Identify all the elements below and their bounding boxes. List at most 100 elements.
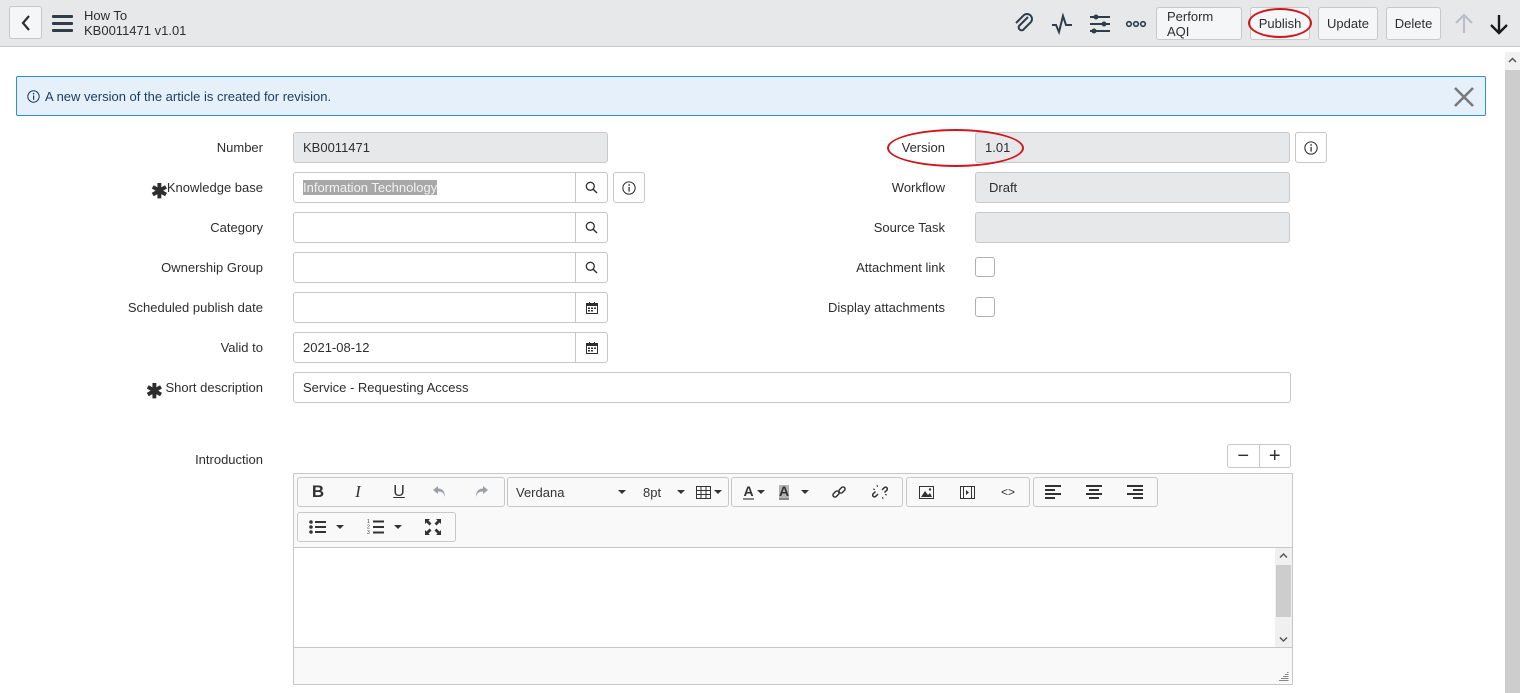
rich-text-editor: B I U Verdana 8pt A A <> 1 2 3 — [293, 473, 1293, 685]
source-task-field — [975, 212, 1290, 243]
align-left-button[interactable] — [1038, 478, 1068, 506]
remove-link-button[interactable] — [865, 478, 895, 506]
fullscreen-button[interactable] — [418, 513, 448, 541]
editor-scrollbar[interactable] — [1275, 548, 1292, 647]
paperclip-icon[interactable] — [1012, 12, 1036, 36]
knowledge-base-input[interactable]: Information Technology — [293, 172, 608, 203]
align-left-icon — [1045, 485, 1061, 499]
valid-to-input[interactable]: 2021-08-12 — [293, 332, 608, 363]
knowledge-base-lookup-button[interactable] — [575, 173, 607, 202]
number-label: Number — [216, 140, 263, 155]
link-icon — [832, 486, 846, 498]
calendar-icon — [585, 341, 598, 354]
info-banner: A new version of the article is created … — [16, 76, 1486, 116]
info-icon — [1304, 140, 1318, 155]
version-label: Version — [901, 140, 945, 155]
ownership-group-lookup-button[interactable] — [575, 253, 607, 282]
page-scrollbar[interactable] — [1505, 52, 1520, 693]
undo-button[interactable] — [426, 478, 454, 506]
perform-aqi-button[interactable]: Perform AQI — [1156, 7, 1242, 40]
numbered-list-button[interactable]: 123 — [362, 513, 406, 541]
publish-button[interactable]: Publish — [1250, 7, 1310, 40]
resize-handle-icon[interactable] — [1279, 671, 1289, 681]
update-button[interactable]: Update — [1318, 7, 1378, 40]
text-color-button[interactable]: A — [737, 478, 771, 506]
scheduled-publish-date-label: Scheduled publish date — [127, 300, 263, 315]
chevron-down-icon — [677, 490, 685, 494]
more-options-icon[interactable] — [1124, 12, 1148, 36]
insert-link-button[interactable] — [824, 478, 854, 506]
scroll-up-icon[interactable] — [1279, 552, 1288, 559]
align-right-button[interactable] — [1120, 478, 1150, 506]
chevron-down-icon — [393, 525, 402, 529]
zoom-out-button[interactable]: − — [1228, 445, 1260, 467]
record-type: How To — [84, 8, 128, 23]
arrow-down-icon[interactable] — [1487, 12, 1511, 36]
chevron-down-icon — [801, 490, 810, 494]
knowledge-base-info-button[interactable] — [613, 172, 645, 203]
toolbar-group-format: B I U — [297, 477, 505, 507]
font-family-select[interactable]: Verdana — [516, 478, 626, 506]
chevron-down-icon — [618, 490, 626, 494]
knowledge-base-label: Knowledge base — [166, 180, 263, 195]
insert-image-button[interactable] — [911, 478, 941, 506]
version-info-button[interactable] — [1295, 132, 1327, 163]
bullet-list-button[interactable] — [304, 513, 348, 541]
background-color-icon: A — [778, 482, 790, 500]
editor-zoom-control: − + — [1227, 444, 1291, 468]
scheduled-publish-date-picker-button[interactable] — [575, 293, 607, 322]
align-center-button[interactable] — [1079, 478, 1109, 506]
arrow-up-icon[interactable] — [1452, 12, 1476, 36]
toolbar-group-align — [1033, 477, 1158, 507]
image-icon — [918, 485, 934, 499]
background-color-button[interactable]: A — [774, 478, 814, 506]
category-input[interactable] — [293, 212, 608, 243]
table-button[interactable] — [693, 478, 725, 506]
source-code-button[interactable]: <> — [993, 478, 1023, 506]
undo-icon — [433, 486, 445, 497]
editor-scrollbar-thumb[interactable] — [1276, 565, 1291, 617]
insert-video-button[interactable] — [952, 478, 982, 506]
scroll-down-icon[interactable] — [1279, 636, 1288, 643]
valid-to-picker-button[interactable] — [575, 333, 607, 362]
short-description-input[interactable]: Service - Requesting Access — [293, 372, 1291, 403]
toolbar-group-lists: 123 — [297, 512, 456, 542]
activity-icon[interactable] — [1050, 12, 1074, 36]
redo-icon — [476, 486, 488, 497]
font-size-value: 8pt — [643, 484, 662, 500]
scheduled-publish-date-input[interactable] — [293, 292, 608, 323]
chevron-left-icon — [21, 14, 30, 31]
attachment-link-label: Attachment link — [856, 260, 945, 275]
chevron-down-icon — [335, 525, 344, 529]
delete-button[interactable]: Delete — [1386, 7, 1441, 40]
font-size-select[interactable]: 8pt — [643, 478, 685, 506]
underline-button[interactable]: U — [385, 478, 413, 506]
align-right-icon — [1127, 485, 1143, 499]
close-icon[interactable] — [1453, 86, 1475, 108]
settings-sliders-icon[interactable] — [1088, 12, 1112, 36]
scroll-up-icon[interactable] — [1508, 56, 1517, 65]
workflow-label: Workflow — [891, 180, 945, 195]
valid-to-label: Valid to — [220, 340, 263, 355]
knowledge-base-value: Information Technology — [303, 180, 438, 195]
display-attachments-checkbox[interactable] — [975, 297, 995, 317]
zoom-in-button[interactable]: + — [1260, 445, 1291, 467]
attachment-link-checkbox[interactable] — [975, 257, 995, 277]
fullscreen-icon — [425, 519, 441, 535]
toolbar-group-font: Verdana 8pt — [507, 477, 729, 507]
page-scrollbar-thumb[interactable] — [1505, 70, 1520, 693]
hamburger-menu-icon[interactable] — [52, 15, 73, 32]
italic-button[interactable]: I — [344, 478, 372, 506]
info-icon — [622, 180, 636, 195]
category-lookup-button[interactable] — [575, 213, 607, 242]
bold-button[interactable]: B — [304, 478, 332, 506]
video-icon — [959, 485, 975, 499]
numbered-list-icon: 123 — [367, 519, 384, 535]
form-header: How To KB0011471 v1.01 Perform AQI Publi… — [0, 0, 1520, 47]
ownership-group-label: Ownership Group — [161, 260, 263, 275]
ownership-group-input[interactable] — [293, 252, 608, 283]
back-button[interactable] — [9, 6, 42, 39]
chevron-down-icon — [714, 490, 722, 494]
redo-button[interactable] — [467, 478, 495, 506]
introduction-editor-body[interactable] — [294, 547, 1292, 648]
